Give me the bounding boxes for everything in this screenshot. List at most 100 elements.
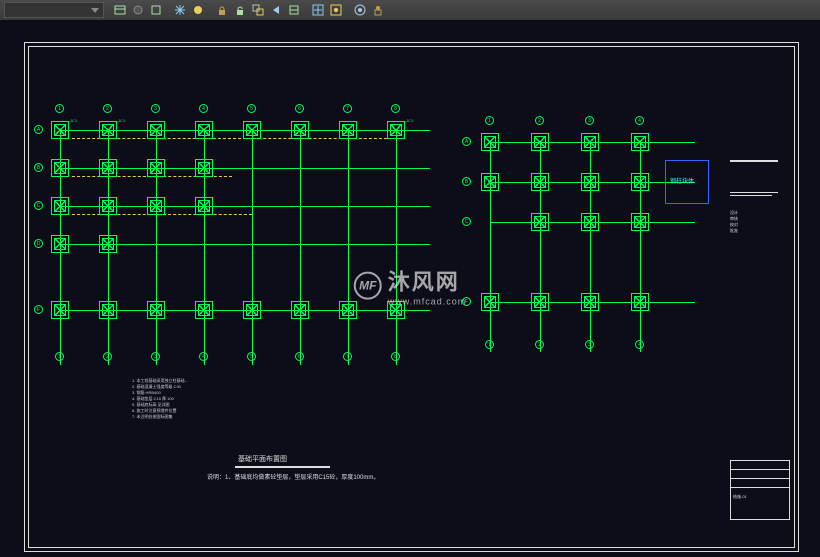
layer-prev-icon[interactable] bbox=[268, 2, 284, 18]
footing bbox=[387, 301, 405, 319]
grid-bubble: 6 bbox=[295, 352, 304, 361]
footing bbox=[387, 121, 405, 139]
titleblock: 设计 审核 校对 批准 bbox=[730, 160, 790, 234]
grid-bubble: 7 bbox=[343, 352, 352, 361]
drawing-canvas[interactable]: 1 2 3 4 5 6 7 8 1 2 3 4 5 6 7 8 A B C D … bbox=[0, 20, 820, 557]
drawing-title-underline bbox=[235, 466, 330, 468]
footing bbox=[531, 293, 549, 311]
footing bbox=[195, 301, 213, 319]
footing bbox=[581, 213, 599, 231]
grid-bubble: 1 bbox=[55, 104, 64, 113]
footing bbox=[195, 159, 213, 177]
vp-freeze-icon[interactable] bbox=[310, 2, 326, 18]
vp-thaw-icon[interactable] bbox=[328, 2, 344, 18]
layer-dropdown[interactable] bbox=[4, 2, 104, 18]
grid-bubble: 1 bbox=[485, 116, 494, 125]
footing bbox=[99, 121, 117, 139]
footing bbox=[51, 121, 69, 139]
grid-bubble: 5 bbox=[247, 352, 256, 361]
layer-off-icon[interactable] bbox=[130, 2, 146, 18]
isolate-icon[interactable] bbox=[352, 2, 368, 18]
footing bbox=[195, 121, 213, 139]
footing bbox=[51, 159, 69, 177]
footing bbox=[243, 301, 261, 319]
grid-bubble: 7 bbox=[343, 104, 352, 113]
footing bbox=[481, 293, 499, 311]
footing bbox=[51, 301, 69, 319]
footing-tag: JC1 bbox=[118, 118, 125, 123]
grid-bubble: F bbox=[34, 305, 43, 314]
grid-bubble: C bbox=[34, 201, 43, 210]
footing bbox=[99, 197, 117, 215]
footing bbox=[99, 301, 117, 319]
chevron-down-icon bbox=[91, 8, 99, 13]
unlock-icon[interactable] bbox=[232, 2, 248, 18]
grid-bubble: 8 bbox=[391, 104, 400, 113]
grid-bubble: C bbox=[462, 217, 471, 226]
footing bbox=[339, 121, 357, 139]
drawing-number: 结施-01 bbox=[733, 494, 787, 500]
titleblock-stamp: 结施-01 bbox=[730, 460, 790, 520]
grid-bubble: D bbox=[34, 239, 43, 248]
layer-states-icon[interactable] bbox=[112, 2, 128, 18]
grid-bubble: 3 bbox=[151, 352, 160, 361]
lock-icon[interactable] bbox=[214, 2, 230, 18]
titleblock-field: 批准 bbox=[730, 228, 790, 234]
grid-bubble: 5 bbox=[247, 104, 256, 113]
footing bbox=[243, 121, 261, 139]
grid-bubble: 2 bbox=[103, 352, 112, 361]
footing bbox=[51, 197, 69, 215]
footing bbox=[531, 213, 549, 231]
layer-match-icon[interactable] bbox=[250, 2, 266, 18]
grid-bubble: 1 bbox=[55, 352, 64, 361]
footing bbox=[291, 121, 309, 139]
grid-bubble: 2 bbox=[103, 104, 112, 113]
footing bbox=[631, 173, 649, 191]
footing bbox=[147, 121, 165, 139]
drawing-subtitle: 说明：1、基础底均做素砼垫层，垫层采用C15砼，厚度100mm。 bbox=[207, 472, 379, 481]
footing bbox=[51, 235, 69, 253]
footing bbox=[147, 197, 165, 215]
layer-walk-icon[interactable] bbox=[286, 2, 302, 18]
grid-bubble: A bbox=[462, 137, 471, 146]
legend-label: 钢柱块体 bbox=[670, 176, 694, 185]
layer-iso-icon[interactable] bbox=[148, 2, 164, 18]
footing bbox=[581, 173, 599, 191]
footing bbox=[291, 301, 309, 319]
footing-tag: JC1 bbox=[406, 118, 413, 123]
footing bbox=[631, 133, 649, 151]
footing bbox=[99, 235, 117, 253]
grid-bubble: 4 bbox=[199, 104, 208, 113]
drawing-notes: 1. 本工程基础采用独立柱基础... 2. 基础混凝土强度等级 C30 3. 钢… bbox=[132, 378, 317, 420]
footing bbox=[531, 133, 549, 151]
footing-tag: JC1 bbox=[70, 118, 77, 123]
footing bbox=[99, 159, 117, 177]
footing bbox=[339, 301, 357, 319]
footing bbox=[481, 173, 499, 191]
footing bbox=[581, 293, 599, 311]
footing bbox=[631, 213, 649, 231]
footing bbox=[531, 173, 549, 191]
grid-bubble: F bbox=[462, 297, 471, 306]
grid-bubble: 3 bbox=[151, 104, 160, 113]
grid-bubble: 8 bbox=[391, 352, 400, 361]
footing bbox=[195, 197, 213, 215]
footing bbox=[147, 301, 165, 319]
thaw-icon[interactable] bbox=[190, 2, 206, 18]
grid-bubble: 3 bbox=[585, 116, 594, 125]
grid-bubble: B bbox=[462, 177, 471, 186]
grid-bubble: 4 bbox=[199, 352, 208, 361]
freeze-icon[interactable] bbox=[172, 2, 188, 18]
grid-bubble: 3 bbox=[585, 340, 594, 349]
unisolate-icon[interactable] bbox=[370, 2, 386, 18]
grid-bubble: 1 bbox=[485, 340, 494, 349]
toolbar bbox=[0, 0, 820, 20]
footing bbox=[631, 293, 649, 311]
footing bbox=[481, 133, 499, 151]
grid-bubble: B bbox=[34, 163, 43, 172]
drawing-title: 基础平面布置图 bbox=[238, 454, 287, 464]
footing bbox=[147, 159, 165, 177]
grid-bubble: 2 bbox=[535, 116, 544, 125]
footing bbox=[581, 133, 599, 151]
grid-bubble: A bbox=[34, 125, 43, 134]
